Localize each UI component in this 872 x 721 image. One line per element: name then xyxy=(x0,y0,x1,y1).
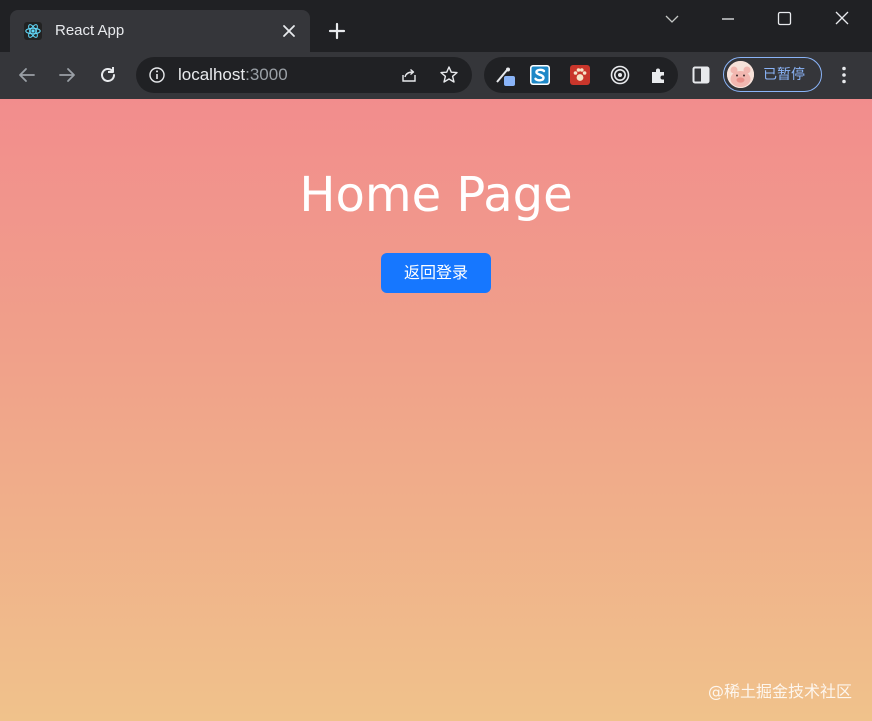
maximize-icon[interactable] xyxy=(772,8,796,30)
tab-search-chevron-icon[interactable] xyxy=(660,8,684,30)
back-to-login-button[interactable]: 返回登录 xyxy=(381,253,491,293)
extensions-group xyxy=(484,57,678,93)
paw-extension-icon[interactable] xyxy=(570,65,590,85)
minimize-icon[interactable] xyxy=(716,8,740,30)
close-window-icon[interactable] xyxy=(830,8,854,30)
url-text: localhost:3000 xyxy=(178,65,288,85)
menu-kebab-icon[interactable] xyxy=(833,64,855,86)
tab-title: React App xyxy=(55,22,125,39)
page-viewport: Home Page 返回登录 @稀土掘金技术社区 xyxy=(0,99,872,721)
page-title: Home Page xyxy=(299,167,573,223)
avatar xyxy=(727,61,754,88)
browser-window: React App localhost:3000 已暂停 Home Page 返… xyxy=(0,0,872,721)
watermark: @稀土掘金技术社区 xyxy=(707,682,852,701)
forward-arrow-icon[interactable] xyxy=(56,64,78,86)
profile-status-label: 已暂停 xyxy=(763,67,805,83)
profile-button[interactable]: 已暂停 xyxy=(723,57,822,92)
color-picker-extension-icon[interactable] xyxy=(494,65,515,86)
browser-toolbar: localhost:3000 已暂停 xyxy=(0,52,872,99)
reload-icon[interactable] xyxy=(97,64,119,86)
tab-strip: React App xyxy=(0,0,872,52)
url-port: :3000 xyxy=(245,65,288,84)
tab-react-app[interactable]: React App xyxy=(10,10,310,52)
address-bar[interactable]: localhost:3000 xyxy=(136,57,472,93)
url-host: localhost xyxy=(178,65,246,84)
new-tab-button[interactable] xyxy=(326,20,348,42)
react-logo-icon xyxy=(24,22,42,40)
target-extension-icon[interactable] xyxy=(610,65,630,85)
share-icon[interactable] xyxy=(400,66,418,84)
puzzle-extensions-icon[interactable] xyxy=(649,65,669,85)
bookmark-star-icon[interactable] xyxy=(439,65,459,85)
s-extension-icon[interactable] xyxy=(530,65,550,85)
site-info-icon[interactable] xyxy=(148,66,166,84)
close-tab-icon[interactable] xyxy=(280,22,298,40)
side-panel-icon[interactable] xyxy=(690,64,712,86)
back-arrow-icon[interactable] xyxy=(16,64,38,86)
